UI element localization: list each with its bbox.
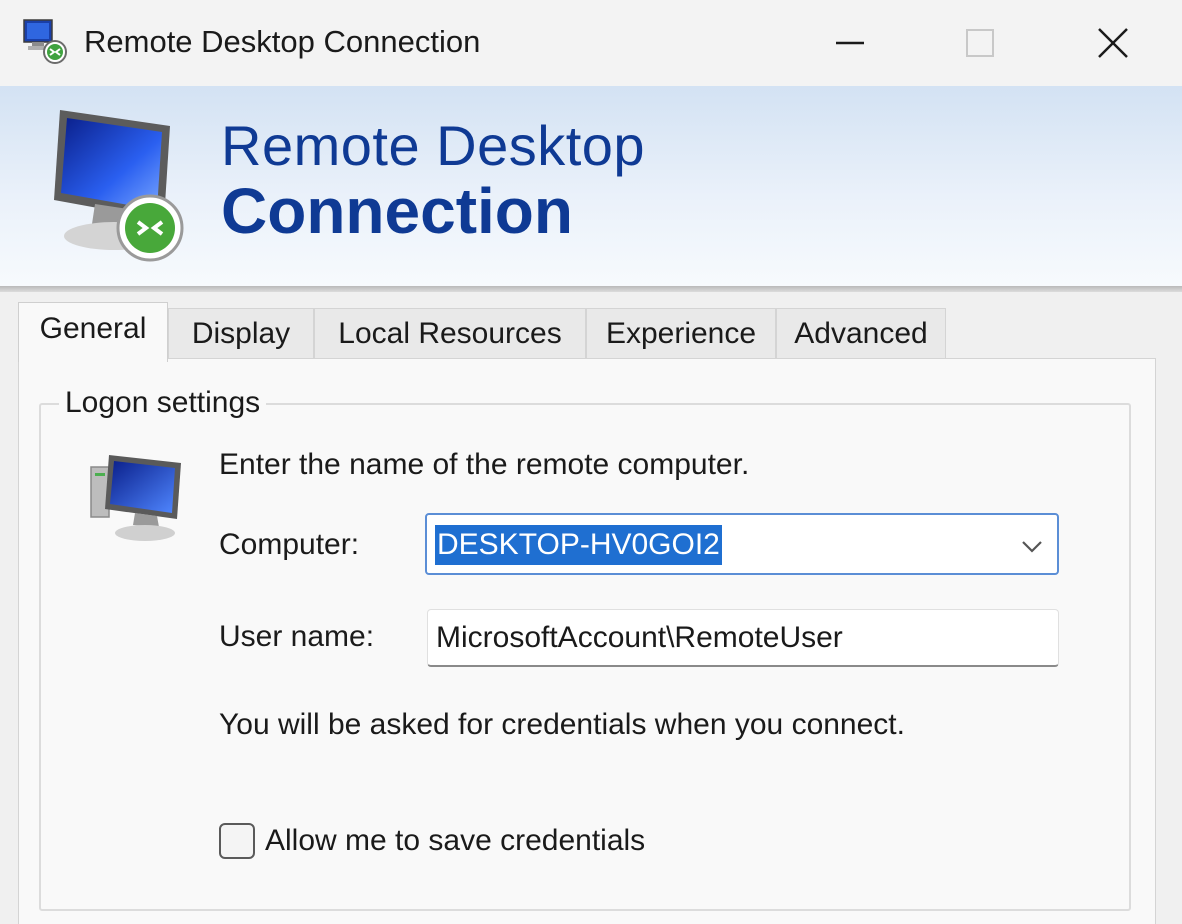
banner-divider	[0, 286, 1182, 292]
credentials-note: You will be asked for credentials when y…	[219, 708, 905, 741]
computer-icon	[90, 455, 181, 541]
save-credentials-checkbox[interactable]	[219, 823, 255, 859]
banner-title-line2: Connection	[221, 175, 573, 247]
header-banner: Remote Desktop Connection	[0, 86, 1182, 286]
username-input[interactable]	[427, 609, 1059, 667]
maximize-button[interactable]	[925, 0, 1035, 86]
maximize-icon	[966, 29, 994, 57]
save-credentials-label[interactable]: Allow me to save credentials	[265, 819, 645, 863]
title-bar: Remote Desktop Connection	[0, 0, 1182, 86]
save-credentials-option[interactable]: Allow me to save credentials	[219, 819, 645, 863]
tab-strip: General Display Local Resources Experien…	[18, 302, 1168, 362]
tab-experience[interactable]: Experience	[586, 308, 776, 360]
tab-local-resources[interactable]: Local Resources	[314, 308, 586, 360]
chevron-down-icon[interactable]	[1019, 533, 1045, 559]
tab-general[interactable]: General	[18, 302, 168, 362]
computer-prompt: Enter the name of the remote computer.	[219, 448, 750, 481]
window-title: Remote Desktop Connection	[84, 24, 481, 59]
username-label: User name:	[219, 620, 375, 653]
general-tab-panel: Logon settings Enter the name of the rem…	[18, 358, 1156, 924]
remote-desktop-window: Remote Desktop Connection Remote Desktop…	[0, 0, 1182, 924]
minimize-button[interactable]	[795, 0, 905, 86]
close-icon	[1098, 28, 1128, 58]
monitor-connection-icon	[54, 110, 184, 262]
remote-desktop-icon	[23, 19, 67, 64]
logon-settings-group: Logon settings Enter the name of the rem…	[39, 383, 1131, 911]
computer-value[interactable]: DESKTOP-HV0GOI2	[435, 525, 722, 565]
close-button[interactable]	[1058, 0, 1168, 86]
computer-label: Computer:	[219, 528, 360, 561]
tab-advanced[interactable]: Advanced	[776, 308, 946, 360]
minimize-icon	[836, 41, 864, 45]
tab-display[interactable]: Display	[168, 308, 314, 360]
computer-combobox[interactable]: DESKTOP-HV0GOI2	[425, 513, 1059, 575]
group-title: Logon settings	[59, 383, 267, 423]
banner-title-line1: Remote Desktop	[221, 114, 646, 177]
